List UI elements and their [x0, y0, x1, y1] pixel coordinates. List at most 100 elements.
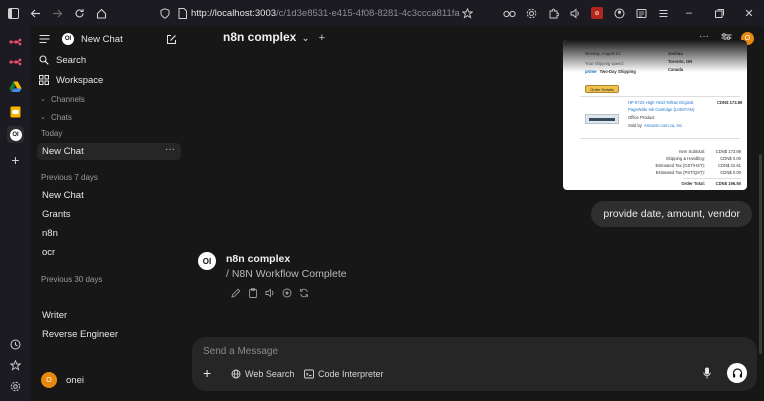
total-label-3: Estimated Tax (PST/QST):: [655, 170, 705, 175]
section-today: Today: [41, 129, 63, 138]
compose-icon[interactable]: [166, 34, 177, 45]
browser-toolbar: http://localhost:3003/c/1d3e8531-e415-4f…: [0, 0, 764, 26]
receipt-image[interactable]: Monday, August 21 Your shipping speed: p…: [563, 40, 747, 190]
order-total-value: CDN$ 196.50: [715, 181, 741, 186]
chat-item-ocr[interactable]: ocr: [37, 244, 181, 261]
new-tab-plus-icon[interactable]: +: [7, 151, 24, 168]
minimize-icon[interactable]: –: [674, 0, 704, 26]
assistant-avatar: OI: [198, 252, 216, 270]
bookmark-star-icon[interactable]: [456, 0, 478, 26]
home-icon[interactable]: [90, 0, 112, 26]
item-category: Office Product: [628, 115, 655, 120]
assistant-name: n8n complex: [226, 253, 291, 265]
search-icon: [39, 55, 49, 65]
attach-plus-icon[interactable]: +: [203, 365, 211, 381]
extension-badge-icon[interactable]: ⊘: [586, 0, 608, 26]
chat-item-n8n[interactable]: n8n: [37, 225, 181, 242]
total-label-0: Item Subtotal:: [679, 149, 705, 154]
add-model-plus-icon[interactable]: +: [319, 32, 325, 44]
edit-pencil-icon[interactable]: [230, 287, 241, 298]
total-label-1: Shipping & Handling:: [665, 156, 705, 161]
total-value-3: CDN$ 0.00: [720, 170, 741, 175]
order-details-button: Order Details: [585, 85, 619, 93]
terminal-icon: [304, 369, 314, 379]
section-previous-30-days: Previous 30 days: [41, 275, 103, 284]
maximize-icon[interactable]: [704, 0, 734, 26]
n8n-tab-icon-2[interactable]: [7, 53, 24, 70]
chevron-down-icon: ⌄: [40, 114, 46, 121]
channels-label: Channels: [51, 94, 85, 104]
section-previous-7-days: Previous 7 days: [41, 173, 98, 182]
workspace-label: Workspace: [56, 74, 104, 86]
google-drive-icon[interactable]: [7, 78, 24, 95]
address-bar[interactable]: http://localhost:3003/c/1d3e8531-e415-4f…: [160, 0, 460, 26]
sidebar-toggle-icon[interactable]: [2, 0, 24, 26]
chat-sidebar: OI New Chat Search Workspace ⌄ Channels …: [31, 26, 186, 401]
web-search-button[interactable]: Web Search: [231, 367, 294, 381]
assistant-message: / N8N Workflow Complete: [226, 268, 347, 280]
sidebar-header: OI New Chat: [31, 32, 186, 46]
chevron-down-icon: ⌄: [40, 96, 46, 103]
url-text[interactable]: http://localhost:3003/c/1d3e8531-e415-4f…: [191, 8, 460, 19]
code-interpreter-button[interactable]: Code Interpreter: [304, 367, 384, 381]
chat-item-new-chat-today[interactable]: New Chat ···: [37, 143, 181, 160]
shield-icon[interactable]: [160, 7, 170, 19]
total-value-1: CDN$ 0.00: [720, 156, 741, 161]
page-icon: [178, 7, 187, 19]
profile-extension-icon[interactable]: [608, 0, 630, 26]
chat-item-reverse-engineer[interactable]: Reverse Engineer: [37, 326, 181, 343]
read-aloud-speaker-icon[interactable]: [264, 287, 275, 298]
reader-view-icon[interactable]: [630, 0, 652, 26]
vertical-tabs: OI +: [0, 26, 31, 401]
message-input[interactable]: Send a Message: [203, 346, 278, 357]
item-price: CDN$ 173.89: [717, 100, 743, 105]
chat-item-writer[interactable]: Writer: [37, 307, 181, 324]
copy-clipboard-icon[interactable]: [247, 287, 258, 298]
hamburger-menu-icon[interactable]: [39, 34, 50, 44]
headphones-icon: [732, 368, 743, 378]
item-title-line1: HP 972X High Yield Yellow Original: [628, 100, 694, 105]
microphone-icon[interactable]: [703, 367, 711, 379]
settings-icon[interactable]: [520, 0, 542, 26]
speaker-icon[interactable]: [564, 0, 586, 26]
chats-toggle[interactable]: ⌄ Chats: [31, 111, 186, 123]
reload-icon[interactable]: [68, 0, 90, 26]
user-profile-button[interactable]: O onei: [31, 372, 186, 388]
forward-icon[interactable]: [46, 0, 68, 26]
new-chat-title[interactable]: New Chat: [81, 34, 123, 45]
voice-mode-button[interactable]: [727, 363, 747, 383]
workspace-grid-icon: [39, 75, 49, 85]
history-icon[interactable]: [7, 336, 24, 353]
chevron-down-icon: ⌄: [301, 33, 310, 43]
menu-icon[interactable]: [652, 0, 674, 26]
info-icon[interactable]: [281, 287, 292, 298]
total-label-2: Estimated Tax (GST/HST):: [655, 163, 706, 168]
close-window-icon[interactable]: ✕: [734, 0, 764, 26]
chats-label: Chats: [51, 112, 72, 122]
chat-item-grants[interactable]: Grants: [37, 206, 181, 223]
chat-item-new-chat[interactable]: New Chat: [37, 187, 181, 204]
order-total-label: Order Total:: [681, 181, 705, 186]
user-message-bubble: provide date, amount, vendor: [591, 201, 752, 227]
chat-scrollbar[interactable]: [759, 154, 762, 354]
product-thumbnail: [585, 114, 619, 124]
glasses-icon[interactable]: [498, 0, 520, 26]
user-avatar: O: [41, 372, 57, 388]
channels-toggle[interactable]: ⌄ Channels: [31, 93, 186, 105]
openwebui-logo-icon: OI: [62, 33, 74, 45]
openwebui-tab-icon[interactable]: OI: [7, 126, 24, 143]
workspace-button[interactable]: Workspace: [31, 73, 186, 87]
total-value-2: CDN$ 22.61: [717, 163, 741, 168]
customize-gear-icon[interactable]: [7, 378, 24, 395]
model-selector[interactable]: n8n complex ⌄ +: [223, 30, 325, 44]
extension-puzzle-icon[interactable]: [542, 0, 564, 26]
regenerate-icon[interactable]: [298, 287, 309, 298]
more-options-icon[interactable]: ···: [165, 144, 175, 155]
slides-tab-icon[interactable]: [7, 103, 24, 120]
search-button[interactable]: Search: [31, 53, 186, 67]
search-label: Search: [56, 54, 87, 66]
back-icon[interactable]: [24, 0, 46, 26]
chat-main: n8n complex ⌄ + ··· O Monday, August 21 …: [186, 26, 764, 401]
bookmarks-icon[interactable]: [7, 357, 24, 374]
n8n-tab-icon[interactable]: [7, 33, 24, 50]
